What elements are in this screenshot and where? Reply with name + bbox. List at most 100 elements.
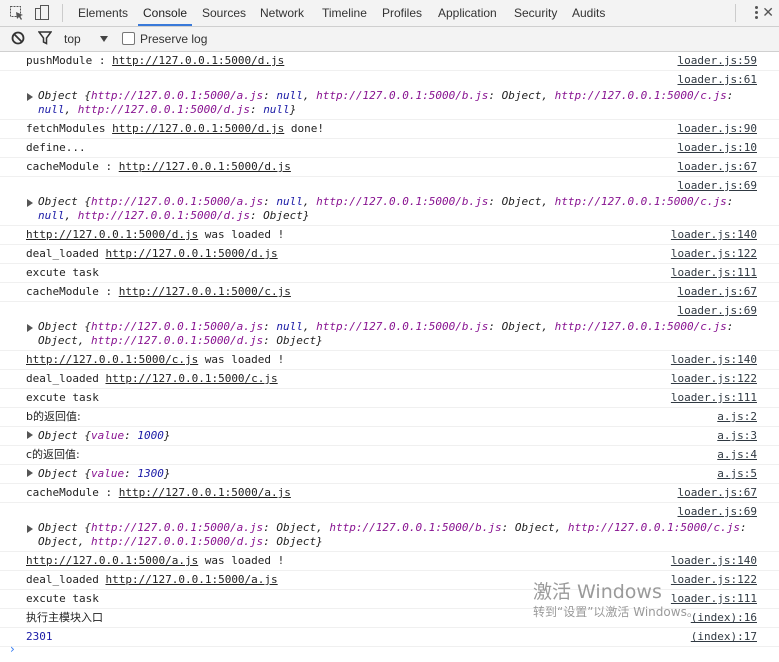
source-link[interactable]: loader.js:122: [671, 573, 757, 587]
message-text: pushModule : http://127.0.0.1:5000/d.js: [0, 52, 779, 69]
clear-console-icon[interactable]: [11, 31, 25, 45]
source-link[interactable]: loader.js:59: [678, 54, 757, 68]
source-link[interactable]: loader.js:122: [671, 372, 757, 386]
source-link[interactable]: loader.js:10: [678, 141, 757, 155]
source-link[interactable]: loader.js:67: [678, 285, 757, 299]
url-link[interactable]: http://127.0.0.1:5000/d.js: [119, 160, 291, 173]
object-text: Object {: [38, 195, 91, 208]
filter-icon[interactable]: [38, 31, 52, 45]
object-preview: Object {http://127.0.0.1:5000/a.js: null…: [0, 89, 779, 119]
message-body: b的返回值:: [26, 410, 81, 423]
console-message: define... loader.js:10: [0, 139, 779, 158]
source-link[interactable]: a.js:2: [717, 410, 757, 424]
console-message: Object {http://127.0.0.1:5000/a.js: Obje…: [0, 503, 779, 552]
object-text: : Object}: [263, 535, 323, 548]
expand-triangle-icon[interactable]: [27, 431, 33, 439]
object-text: : Object,: [488, 320, 555, 333]
tab-elements[interactable]: Elements: [73, 0, 133, 26]
source-link[interactable]: (index):17: [691, 630, 757, 644]
tab-application[interactable]: Application: [433, 0, 502, 26]
console-prompt[interactable]: ›: [10, 642, 15, 656]
message-text: deal_loaded http://127.0.0.1:5000/c.js: [0, 370, 779, 387]
object-key: http://127.0.0.1:5000/c.js: [554, 320, 727, 333]
object-key: http://127.0.0.1:5000/c.js: [567, 521, 741, 534]
tab-timeline[interactable]: Timeline: [317, 0, 372, 26]
object-value: null: [263, 103, 290, 116]
message-text: cacheModule : http://127.0.0.1:5000/a.js: [0, 484, 779, 501]
source-link[interactable]: loader.js:90: [678, 122, 757, 136]
tab-console[interactable]: Console: [138, 0, 193, 26]
url-link[interactable]: http://127.0.0.1:5000/d.js: [105, 247, 277, 260]
object-key: http://127.0.0.1:5000/c.js: [554, 195, 727, 208]
source-link[interactable]: (index):16: [691, 611, 757, 625]
source-link[interactable]: loader.js:69: [678, 179, 757, 193]
expand-triangle-icon[interactable]: [27, 469, 33, 477]
source-link[interactable]: a.js:5: [717, 467, 757, 481]
object-text: }: [289, 103, 297, 116]
source-link[interactable]: loader.js:67: [678, 160, 757, 174]
tab-network[interactable]: Network: [255, 0, 309, 26]
message-suffix: was loaded !: [198, 228, 285, 241]
tab-audits[interactable]: Audits: [567, 0, 610, 26]
source-link[interactable]: a.js:3: [717, 429, 757, 443]
expand-triangle-icon[interactable]: [27, 324, 33, 332]
console-messages: pushModule : http://127.0.0.1:5000/d.js l…: [0, 52, 779, 662]
url-link[interactable]: http://127.0.0.1:5000/c.js: [105, 372, 277, 385]
tab-security[interactable]: Security: [509, 0, 562, 26]
device-mode-icon[interactable]: [34, 5, 50, 21]
object-value: null: [38, 209, 65, 222]
url-link[interactable]: http://127.0.0.1:5000/c.js: [26, 353, 198, 366]
message-suffix: was loaded !: [198, 353, 285, 366]
tab-sources[interactable]: Sources: [197, 0, 251, 26]
message-text: fetchModules http://127.0.0.1:5000/d.js …: [0, 120, 779, 137]
url-link[interactable]: http://127.0.0.1:5000/d.js: [112, 122, 284, 135]
object-text: :: [249, 103, 264, 116]
chevron-down-icon[interactable]: [100, 36, 108, 42]
object-key: http://127.0.0.1:5000/c.js: [554, 89, 727, 102]
url-link[interactable]: http://127.0.0.1:5000/a.js: [105, 573, 277, 586]
source-link[interactable]: loader.js:111: [671, 266, 757, 280]
console-message: c的返回值: a.js:4: [0, 446, 779, 465]
expand-triangle-icon[interactable]: [27, 93, 33, 101]
object-key: value: [90, 429, 125, 442]
url-link[interactable]: http://127.0.0.1:5000/a.js: [119, 486, 291, 499]
console-message: Object {value: 1300} a.js:5: [0, 465, 779, 484]
object-text: Object {: [38, 521, 91, 534]
url-link[interactable]: http://127.0.0.1:5000/c.js: [119, 285, 291, 298]
object-value: null: [276, 320, 303, 333]
source-link[interactable]: loader.js:140: [671, 353, 757, 367]
object-key: http://127.0.0.1:5000/d.js: [90, 535, 264, 548]
object-text: : Object,: [488, 89, 555, 102]
expand-triangle-icon[interactable]: [27, 525, 33, 533]
source-link[interactable]: loader.js:122: [671, 247, 757, 261]
preserve-log-checkbox[interactable]: [122, 32, 135, 45]
object-text: Object {: [38, 89, 91, 102]
url-link[interactable]: http://127.0.0.1:5000/a.js: [26, 554, 198, 567]
source-link[interactable]: loader.js:140: [671, 554, 757, 568]
object-text: : Object,: [488, 195, 555, 208]
more-options-icon[interactable]: [753, 4, 759, 22]
source-link[interactable]: loader.js:67: [678, 486, 757, 500]
close-icon[interactable]: ✕: [762, 6, 774, 20]
message-body: cacheModule :: [26, 486, 119, 499]
source-link[interactable]: a.js:4: [717, 448, 757, 462]
object-text: :: [726, 195, 734, 208]
inspect-element-icon[interactable]: [9, 5, 25, 21]
execution-context-select[interactable]: top: [64, 32, 81, 46]
url-link[interactable]: http://127.0.0.1:5000/d.js: [26, 228, 198, 241]
tab-profiles[interactable]: Profiles: [377, 0, 427, 26]
source-link[interactable]: loader.js:61: [678, 73, 757, 87]
console-message: cacheModule : http://127.0.0.1:5000/c.js…: [0, 283, 779, 302]
source-link[interactable]: loader.js:111: [671, 592, 757, 606]
object-text: :: [263, 195, 277, 208]
source-link[interactable]: loader.js:111: [671, 391, 757, 405]
source-link[interactable]: loader.js:69: [678, 505, 757, 519]
message-body: excute task: [26, 266, 99, 279]
console-message: excute task loader.js:111: [0, 590, 779, 609]
object-text: Object,: [38, 334, 91, 347]
source-link[interactable]: loader.js:140: [671, 228, 757, 242]
url-link[interactable]: http://127.0.0.1:5000/d.js: [112, 54, 284, 67]
source-link[interactable]: loader.js:69: [678, 304, 757, 318]
expand-triangle-icon[interactable]: [27, 199, 33, 207]
console-message: 2301 (index):17: [0, 628, 779, 647]
